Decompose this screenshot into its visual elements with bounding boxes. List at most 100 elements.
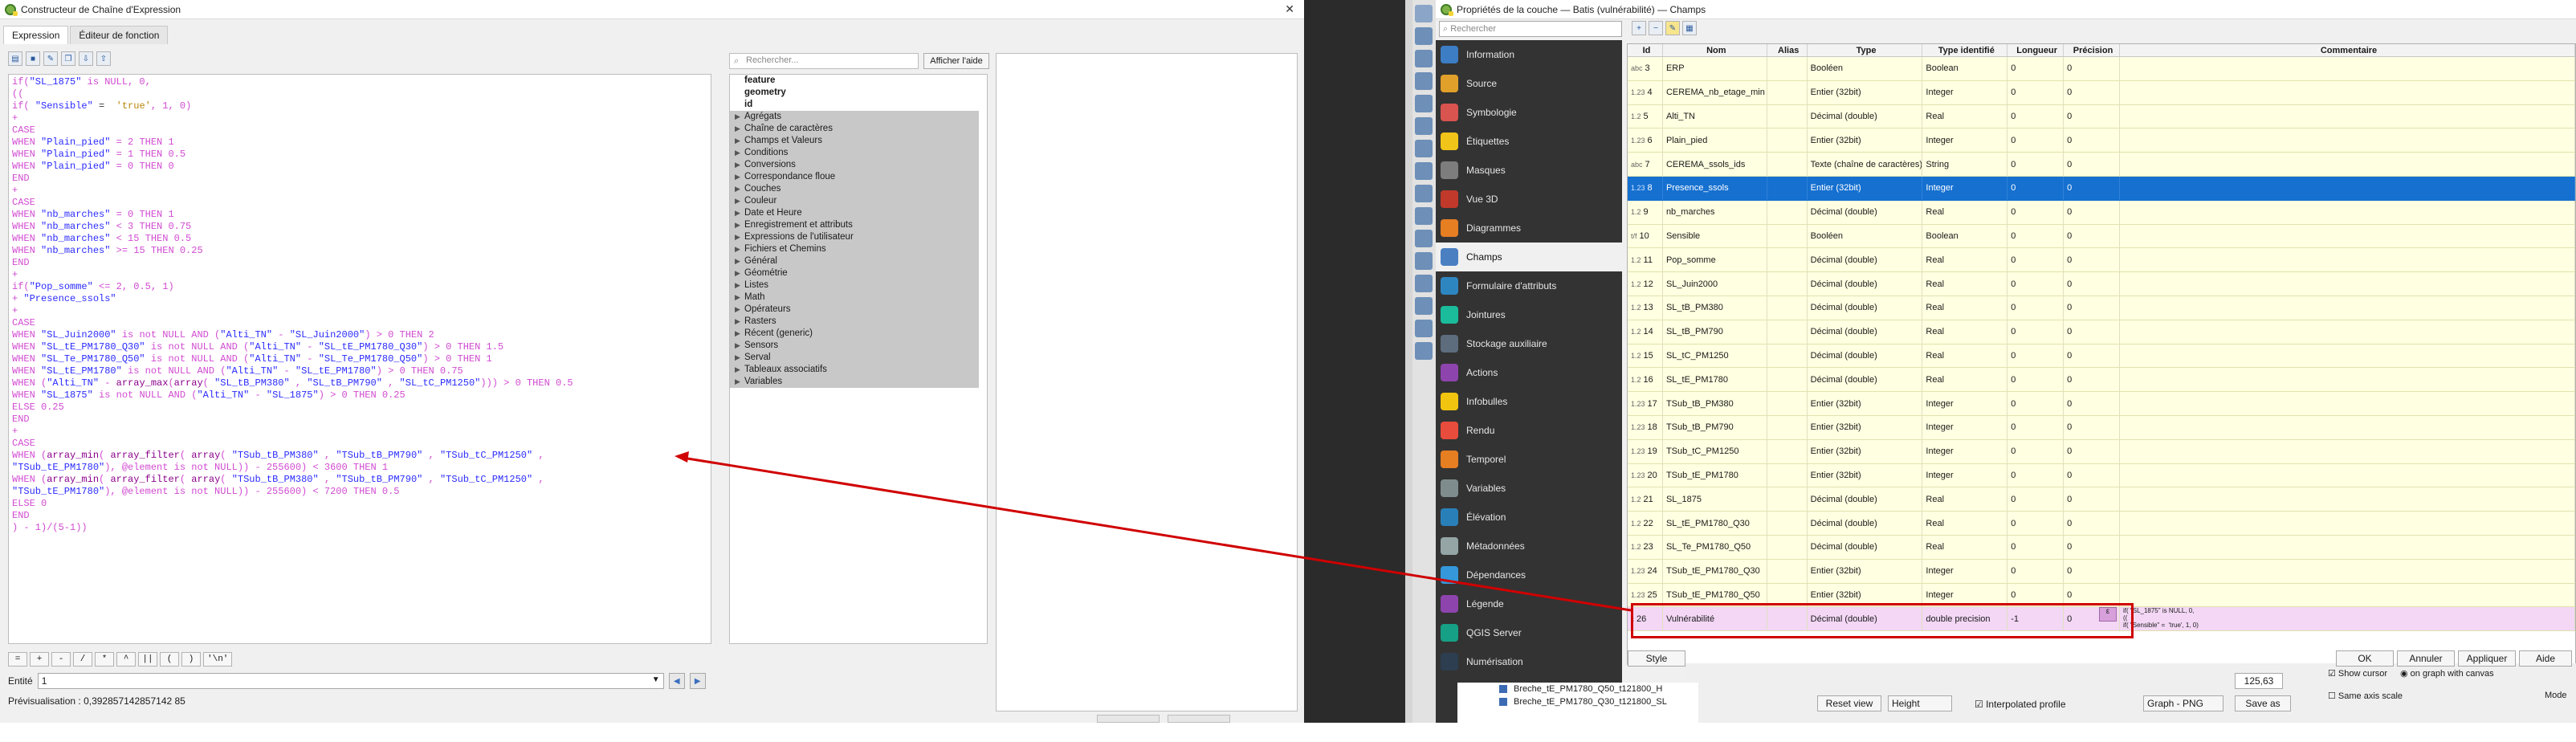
tree-group[interactable]: ▶ Serval: [730, 352, 979, 364]
sidebar-item[interactable]: Temporel: [1436, 445, 1622, 474]
sidebar-item[interactable]: Information: [1436, 40, 1622, 69]
sidebar-item[interactable]: Dépendances: [1436, 561, 1622, 589]
select-icon[interactable]: [1415, 50, 1433, 67]
expand-arrow-icon[interactable]: ▶: [735, 364, 740, 376]
table-row[interactable]: 1.2 12 SL_Juin2000 Décimal (double) Real 0 0: [1628, 272, 2575, 296]
show-cursor-checkbox[interactable]: ☑ Show cursor: [2328, 668, 2387, 679]
db-icon[interactable]: [1415, 275, 1433, 292]
tree-group[interactable]: ▶ Sensors: [730, 340, 979, 352]
table-row[interactable]: 1.2 5 Alti_TN Décimal (double) Real 0 0: [1628, 104, 2575, 129]
column-header[interactable]: Précision: [2064, 44, 2120, 56]
expand-arrow-icon[interactable]: ▶: [735, 292, 740, 304]
table-row[interactable]: 1.2 13 SL_tB_PM380 Décimal (double) Real 0 0: [1628, 296, 2575, 320]
sidebar-item[interactable]: Source: [1436, 69, 1622, 98]
tree-group[interactable]: ▶ Tableaux associatifs: [730, 364, 979, 376]
expand-arrow-icon[interactable]: ▶: [735, 279, 740, 292]
same-axis-checkbox[interactable]: ☐ Same axis scale: [2328, 691, 2403, 701]
expand-arrow-icon[interactable]: ▶: [735, 135, 740, 147]
globe-icon[interactable]: [1415, 230, 1433, 247]
on-graph-checkbox[interactable]: ◉ on graph with canvas: [2400, 668, 2494, 679]
column-header[interactable]: Type: [1808, 44, 1923, 56]
column-header[interactable]: Longueur: [2007, 44, 2064, 56]
raster-icon[interactable]: [1415, 297, 1433, 315]
operator-button[interactable]: *: [95, 652, 114, 667]
expand-arrow-icon[interactable]: ▶: [735, 340, 740, 352]
table-row[interactable]: 1.23 20 TSub_tE_PM1780 Entier (32bit) Intege…: [1628, 463, 2575, 488]
tree-group[interactable]: ▶ Chaîne de caractères: [730, 123, 979, 135]
tree-group[interactable]: ▶ Géométrie: [730, 267, 979, 279]
table-row[interactable]: 1.23 19 TSub_tC_PM1250 Entier (32bit) Intege…: [1628, 439, 2575, 464]
python-icon[interactable]: [1415, 207, 1433, 225]
next-feature-button[interactable]: ▶: [689, 673, 706, 689]
style-button[interactable]: Style: [1628, 650, 1685, 667]
operator-button[interactable]: /: [73, 652, 92, 667]
delete-field-icon[interactable]: −: [1649, 21, 1663, 35]
expand-arrow-icon[interactable]: ▶: [735, 111, 740, 123]
sidebar-item[interactable]: Champs: [1436, 243, 1622, 271]
expand-arrow-icon[interactable]: ▶: [735, 219, 740, 231]
expand-arrow-icon[interactable]: ▶: [735, 207, 740, 219]
table-icon[interactable]: [1415, 185, 1433, 202]
function-search-input[interactable]: ⌕ Rechercher...: [729, 53, 919, 69]
layer-icon[interactable]: [1415, 117, 1433, 135]
operator-button[interactable]: -: [51, 652, 71, 667]
table-row[interactable]: 1.2 16 SL_tE_PM1780 Décimal (double) Real 0 0: [1628, 368, 2575, 393]
new-file-icon[interactable]: ▤: [8, 51, 22, 66]
sidebar-item[interactable]: Variables: [1436, 474, 1622, 503]
tree-group[interactable]: ▶ Opérateurs: [730, 304, 979, 316]
tree-item[interactable]: feature: [730, 75, 987, 87]
processing-icon[interactable]: [1415, 320, 1433, 337]
column-header[interactable]: Type identifié: [1922, 44, 2008, 56]
export-icon[interactable]: ⇧: [96, 51, 111, 66]
operator-button[interactable]: ||: [138, 652, 157, 667]
table-row[interactable]: 1.23 17 TSub_tB_PM380 Entier (32bit) Integer…: [1628, 392, 2575, 416]
table-row[interactable]: 1.2 23 SL_Te_PM1780_Q50 Décimal (double) Rea…: [1628, 535, 2575, 560]
height-combo[interactable]: Height: [1888, 695, 1952, 711]
tree-group[interactable]: ▶ Math: [730, 292, 979, 304]
vector-icon[interactable]: [1415, 72, 1433, 90]
sidebar-item[interactable]: Formulaire d'attributs: [1436, 271, 1622, 300]
import-icon[interactable]: ⇩: [79, 51, 93, 66]
column-header[interactable]: Nom: [1663, 44, 1767, 56]
expand-arrow-icon[interactable]: ▶: [735, 123, 740, 135]
column-header[interactable]: Commentaire: [2120, 44, 2575, 56]
measure-icon[interactable]: [1415, 162, 1433, 180]
help-button[interactable]: Aide: [2519, 650, 2572, 667]
apply-button[interactable]: Appliquer: [2458, 650, 2516, 667]
layer-item[interactable]: Breche_tE_PM1780_Q30_t121800_SL: [1457, 695, 1698, 708]
layer-item[interactable]: Breche_tE_PM1780_Q50_t121800_H: [1457, 683, 1698, 695]
sidebar-item[interactable]: QGIS Server: [1436, 618, 1622, 647]
pencil-icon[interactable]: [1415, 5, 1433, 22]
map-tool-icon[interactable]: [1415, 27, 1433, 45]
table-row[interactable]: 1.2 22 SL_tE_PM1780_Q30 Décimal (double) Rea…: [1628, 512, 2575, 536]
sidebar-item[interactable]: Actions: [1436, 358, 1622, 387]
expand-arrow-icon[interactable]: ▶: [735, 304, 740, 316]
tree-group[interactable]: ▶ Fichiers et Chemins: [730, 243, 979, 255]
expand-arrow-icon[interactable]: ▶: [735, 328, 740, 340]
expand-arrow-icon[interactable]: ▶: [735, 243, 740, 255]
show-help-button[interactable]: Afficher l'aide: [923, 53, 989, 69]
sidebar-item[interactable]: Masques: [1436, 156, 1622, 185]
expression-editor[interactable]: if("SL_1875" is NULL, 0,((if( "Sensible"…: [8, 74, 711, 644]
tree-group[interactable]: ▶ Enregistrement et attributs: [730, 219, 979, 231]
new-field-icon[interactable]: +: [1632, 21, 1646, 35]
tab-function-editor[interactable]: Éditeur de fonction: [70, 26, 169, 44]
table-row[interactable]: t/f 10 Sensible Booléen Boolean 0 0: [1628, 224, 2575, 249]
sidebar-item[interactable]: Métadonnées: [1436, 532, 1622, 561]
tree-group[interactable]: ▶ Général: [730, 255, 979, 267]
tree-group[interactable]: ▶ Rasters: [730, 316, 979, 328]
ok-button-partial[interactable]: [1097, 715, 1160, 723]
table-row[interactable]: 1.23 4 CEREMA_nb_etage_min Entier (32bit) In…: [1628, 80, 2575, 105]
expand-arrow-icon[interactable]: ▶: [735, 255, 740, 267]
sidebar-item[interactable]: Infobulles: [1436, 387, 1622, 416]
table-row[interactable]: 1.2 14 SL_tB_PM790 Décimal (double) Real 0 0: [1628, 320, 2575, 344]
web-icon[interactable]: [1415, 252, 1433, 270]
digitize-icon[interactable]: [1415, 140, 1433, 157]
operator-button[interactable]: ): [181, 652, 201, 667]
sidebar-item[interactable]: Symbologie: [1436, 98, 1622, 127]
operator-button[interactable]: =: [8, 652, 27, 667]
expand-arrow-icon[interactable]: ▶: [735, 159, 740, 171]
ok-button[interactable]: OK: [2336, 650, 2394, 667]
expand-arrow-icon[interactable]: ▶: [735, 231, 740, 243]
table-row[interactable]: 1.23 6 Plain_pied Entier (32bit) Integer 0 0: [1628, 128, 2575, 153]
